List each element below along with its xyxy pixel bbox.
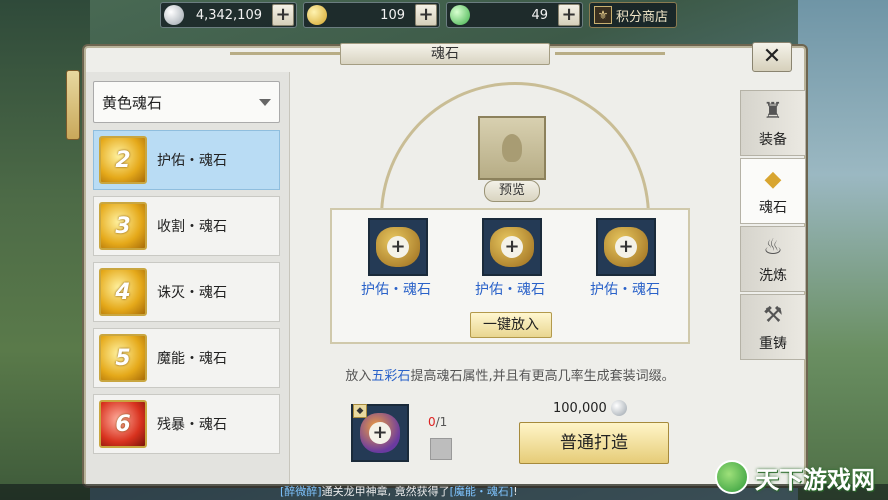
chat-text-end: ! xyxy=(513,485,518,498)
list-item[interactable]: 3 收割・魂石 xyxy=(93,196,280,256)
cost-amount: 100,000 xyxy=(553,400,607,416)
silver-amount: 4,342,109 xyxy=(195,7,262,23)
list-item[interactable]: 4 诛灭・魂石 xyxy=(93,262,280,322)
material-slot-2[interactable]: + xyxy=(482,218,542,276)
cauldron-icon: ♨ xyxy=(763,235,783,260)
soulstone-icon: ◆ xyxy=(764,167,782,192)
silver-coin-icon xyxy=(164,5,184,25)
dropdown-selected-value: 黄色魂石 xyxy=(102,93,163,112)
jade-icon xyxy=(450,5,470,25)
lantern-decoration xyxy=(66,70,80,140)
tab-equipment[interactable]: ♜ 装备 xyxy=(740,90,806,156)
soulstone-add-icon: + xyxy=(490,227,534,267)
list-item-label: 诛灭・魂石 xyxy=(157,285,227,301)
one-key-place-button[interactable]: 一键放入 xyxy=(470,312,552,338)
anvil-icon: ⚒ xyxy=(763,303,783,328)
normal-forge-button[interactable]: 普通打造 xyxy=(519,422,669,464)
points-shop-button[interactable]: ⚜ 积分商店 xyxy=(589,2,678,28)
resource-bar: 4,342,109 + 109 + 49 + ⚜ 积分商店 xyxy=(160,2,678,28)
add-jade-button[interactable]: + xyxy=(558,4,580,26)
side-tabs: ♜ 装备 ◆ 魂石 ♨ 洗炼 ⚒ 重铸 xyxy=(740,90,806,362)
list-item-label: 收割・魂石 xyxy=(157,219,227,235)
list-item-label: 护佑・魂石 xyxy=(157,153,227,169)
info-badge-icon: ◆ xyxy=(353,404,367,418)
material-slot-label: 护佑・魂石 xyxy=(361,282,431,298)
use-rainbow-stone-checkbox[interactable] xyxy=(430,438,452,460)
list-item-label: 残暴・魂石 xyxy=(157,417,227,433)
soulstone-add-icon: + xyxy=(604,227,648,267)
plus-icon: + xyxy=(387,236,409,258)
hint-prefix: 放入 xyxy=(345,369,372,384)
list-item[interactable]: 5 魔能・魂石 xyxy=(93,328,280,388)
hint-suffix: 提高魂石属性,并且有更高几率生成套装词缀。 xyxy=(410,369,675,384)
watermark-logo-icon xyxy=(715,460,749,494)
rainbow-stone-count: 0/1 xyxy=(428,415,447,429)
background-scenery-right xyxy=(798,0,888,500)
hint-text: 放入五彩石提高魂石属性,并且有更高几率生成套装词缀。 xyxy=(320,365,700,384)
stone-type-dropdown[interactable]: 黄色魂石 xyxy=(93,81,280,123)
tab-label: 重铸 xyxy=(759,336,787,352)
count-have: 0 xyxy=(428,415,436,429)
tab-label: 洗炼 xyxy=(759,268,787,284)
plus-icon: + xyxy=(501,236,523,258)
red-soulstone-icon: 6 xyxy=(99,400,147,448)
forge-cost: 100,000 xyxy=(553,400,627,416)
count-need: /1 xyxy=(435,415,448,429)
yellow-soulstone-icon: 5 xyxy=(99,334,147,382)
yellow-soulstone-icon: 3 xyxy=(99,202,147,250)
jade-resource: 49 + xyxy=(446,2,583,28)
tab-soulstone[interactable]: ◆ 魂石 xyxy=(740,158,806,224)
watermark-text: 天下游戏网 xyxy=(755,465,875,494)
plus-icon: + xyxy=(615,236,637,258)
tab-label: 装备 xyxy=(759,132,787,148)
list-item[interactable]: 2 护佑・魂石 xyxy=(93,130,280,190)
gold-amount: 109 xyxy=(380,7,405,23)
site-watermark: 天下游戏网 xyxy=(715,457,885,497)
tab-recast[interactable]: ⚒ 重铸 xyxy=(740,294,806,360)
tab-label: 魂石 xyxy=(759,200,787,216)
chevron-down-icon xyxy=(259,99,271,106)
close-button[interactable]: ✕ xyxy=(752,42,792,72)
yellow-soulstone-icon: 4 xyxy=(99,268,147,316)
gold-resource: 109 + xyxy=(303,2,440,28)
rainbow-stone-icon: + xyxy=(360,413,400,453)
add-silver-button[interactable]: + xyxy=(272,4,294,26)
plus-icon: + xyxy=(369,422,391,444)
hint-highlight-link[interactable]: 五彩石 xyxy=(371,369,410,384)
gold-coin-icon xyxy=(307,5,327,25)
jade-amount: 49 xyxy=(531,7,548,23)
chat-sender[interactable]: [醉微醉] xyxy=(280,485,322,498)
yellow-soulstone-icon: 2 xyxy=(99,136,147,184)
tab-refine[interactable]: ♨ 洗炼 xyxy=(740,226,806,292)
panel-title: 魂石 xyxy=(340,43,550,65)
material-slot-label: 护佑・魂石 xyxy=(475,282,545,298)
points-shop-label: 积分商店 xyxy=(616,9,669,25)
chat-text: 通关龙甲神章, 竟然获得了 xyxy=(321,485,450,498)
stone-list: 2 护佑・魂石 3 收割・魂石 4 诛灭・魂石 5 魔能・魂石 6 残暴・魂石 xyxy=(93,130,280,460)
title-ornament-right xyxy=(555,52,665,55)
material-slot-1[interactable]: + xyxy=(368,218,428,276)
list-item-label: 魔能・魂石 xyxy=(157,351,227,367)
preview-slot[interactable] xyxy=(478,116,546,180)
material-slot-3[interactable]: + xyxy=(596,218,656,276)
preview-label: 预览 xyxy=(484,180,540,202)
title-ornament-left xyxy=(230,52,340,55)
list-item[interactable]: 6 残暴・魂石 xyxy=(93,394,280,454)
silver-resource: 4,342,109 + xyxy=(160,2,297,28)
shop-icon: ⚜ xyxy=(594,6,612,24)
silver-coin-icon xyxy=(610,400,627,416)
soulstone-add-icon: + xyxy=(376,227,420,267)
armor-icon: ♜ xyxy=(763,99,783,124)
chat-item-link[interactable]: [魔能・魂石] xyxy=(450,485,514,498)
add-gold-button[interactable]: + xyxy=(415,4,437,26)
material-slot-label: 护佑・魂石 xyxy=(590,282,660,298)
preview-placeholder-icon xyxy=(502,134,522,162)
